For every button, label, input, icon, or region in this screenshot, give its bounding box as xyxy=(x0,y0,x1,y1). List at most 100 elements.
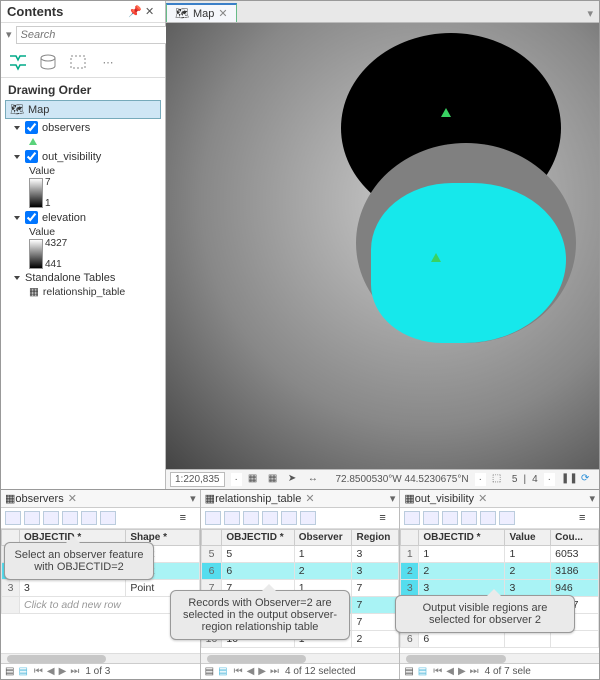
table-tool-button[interactable] xyxy=(461,511,477,525)
list-by-source-icon[interactable] xyxy=(37,51,59,73)
table-tool-button[interactable] xyxy=(100,511,116,525)
show-all-icon[interactable]: ▤ xyxy=(205,666,214,677)
column-header[interactable]: Region xyxy=(352,530,399,546)
search-input[interactable] xyxy=(16,26,169,44)
pin-icon[interactable]: 📌 xyxy=(128,5,142,19)
expand-caret-icon[interactable] xyxy=(14,155,20,159)
grid-icon[interactable]: ▦ xyxy=(248,473,262,487)
table-tool-button[interactable] xyxy=(205,511,221,525)
table-tool-button[interactable] xyxy=(281,511,297,525)
horizontal-scrollbar[interactable] xyxy=(1,653,200,663)
close-table-icon[interactable]: ✕ xyxy=(68,492,77,505)
table-tool-button[interactable] xyxy=(423,511,439,525)
pause-icon[interactable]: ❚❚ xyxy=(561,473,575,487)
expand-caret-icon[interactable] xyxy=(14,126,20,130)
refresh-icon[interactable]: ⟳ xyxy=(581,473,595,487)
last-record-icon[interactable]: ⏭ xyxy=(268,666,281,677)
layer-out-visibility[interactable]: out_visibility xyxy=(5,148,161,165)
column-header[interactable]: OBJECTID * xyxy=(222,530,294,546)
show-all-icon[interactable]: ▤ xyxy=(404,666,413,677)
compass-icon[interactable]: ➤ xyxy=(288,473,302,487)
layer-elevation-checkbox[interactable] xyxy=(25,211,38,224)
close-table-icon[interactable]: ✕ xyxy=(478,492,487,505)
map-node[interactable]: 🗺 Map xyxy=(5,100,161,119)
layer-observers[interactable]: observers xyxy=(5,119,161,136)
expand-caret-icon[interactable] xyxy=(14,216,20,220)
show-all-icon[interactable]: ▤ xyxy=(5,666,14,677)
first-record-icon[interactable]: ⏮ xyxy=(431,666,444,677)
attribute-table-observers: ▦ observers✕▾≡OBJECTID *Shape *11Point22… xyxy=(1,490,201,679)
table-tab-label[interactable]: relationship_table xyxy=(215,493,301,505)
table-tool-button[interactable] xyxy=(43,511,59,525)
observer-point-2[interactable] xyxy=(431,253,441,262)
horizontal-scrollbar[interactable] xyxy=(400,653,599,663)
scale-input[interactable]: 1:220,835 xyxy=(170,472,225,487)
first-record-icon[interactable]: ⏮ xyxy=(32,666,45,677)
table-tool-button[interactable] xyxy=(243,511,259,525)
table-row[interactable]: 5513 xyxy=(201,546,399,563)
record-count: 4 of 7 sele xyxy=(485,666,531,677)
table-tool-button[interactable] xyxy=(480,511,496,525)
table-menu-caret-icon[interactable]: ▾ xyxy=(390,492,396,505)
next-record-icon[interactable]: ▶ xyxy=(256,666,268,677)
table-tab-label[interactable]: out_visibility xyxy=(415,493,474,505)
table-tool-button[interactable] xyxy=(262,511,278,525)
table-tool-button[interactable] xyxy=(5,511,21,525)
close-table-icon[interactable]: ✕ xyxy=(305,492,314,505)
column-header[interactable]: Value xyxy=(505,530,551,546)
first-record-icon[interactable]: ⏮ xyxy=(232,666,245,677)
layer-out-visibility-checkbox[interactable] xyxy=(25,150,38,163)
prev-record-icon[interactable]: ◀ xyxy=(245,666,257,677)
next-record-icon[interactable]: ▶ xyxy=(57,666,69,677)
filter-icon[interactable]: ▾ xyxy=(6,28,12,42)
table-row[interactable]: 2223186 xyxy=(401,563,599,580)
view-menu-caret-icon[interactable]: ▾ xyxy=(581,5,599,22)
table-tool-button[interactable] xyxy=(404,511,420,525)
observer-point-1[interactable] xyxy=(441,108,451,117)
table-tool-button[interactable] xyxy=(224,511,240,525)
column-header[interactable]: Cou... xyxy=(551,530,599,546)
prev-record-icon[interactable]: ◀ xyxy=(444,666,456,677)
table-row[interactable]: 66 xyxy=(401,631,599,648)
standalone-table-item[interactable]: relationship_table xyxy=(43,286,125,298)
table-menu-caret-icon[interactable]: ▾ xyxy=(589,492,595,505)
table-menu-caret-icon[interactable]: ▾ xyxy=(190,492,196,505)
snap-icon[interactable]: ▦ xyxy=(268,473,282,487)
more-options-icon[interactable]: ⋯ xyxy=(97,51,119,73)
table-tool-button[interactable] xyxy=(442,511,458,525)
table-tab-label[interactable]: observers xyxy=(15,493,63,505)
table-tool-button[interactable] xyxy=(24,511,40,525)
prev-record-icon[interactable]: ◀ xyxy=(45,666,57,677)
map-tab[interactable]: 🗺 Map ✕ xyxy=(166,3,237,22)
show-selected-icon[interactable]: ▤ xyxy=(18,666,27,677)
last-record-icon[interactable]: ⏭ xyxy=(468,666,481,677)
table-row[interactable]: 6623 xyxy=(201,563,399,580)
table-menu-icon[interactable]: ≡ xyxy=(579,512,595,524)
selection-count-icon[interactable]: ⬚ xyxy=(492,473,506,487)
show-selected-icon[interactable]: ▤ xyxy=(418,666,427,677)
layer-elevation[interactable]: elevation xyxy=(5,209,161,226)
list-by-selection-icon[interactable] xyxy=(67,51,89,73)
last-record-icon[interactable]: ⏭ xyxy=(68,666,81,677)
list-by-drawing-icon[interactable] xyxy=(7,51,29,73)
table-menu-icon[interactable]: ≡ xyxy=(180,512,196,524)
close-map-tab-icon[interactable]: ✕ xyxy=(218,7,227,20)
table-menu-icon[interactable]: ≡ xyxy=(379,512,395,524)
constraint-icon[interactable]: ↔ xyxy=(308,473,322,487)
layer-observers-checkbox[interactable] xyxy=(25,121,38,134)
column-header[interactable]: OBJECTID * xyxy=(419,530,505,546)
table-tool-button[interactable] xyxy=(81,511,97,525)
table-tool-button[interactable] xyxy=(499,511,515,525)
next-record-icon[interactable]: ▶ xyxy=(456,666,468,677)
map-canvas[interactable] xyxy=(166,23,599,469)
table-row[interactable]: 1116053 xyxy=(401,546,599,563)
standalone-tables-heading[interactable]: Standalone Tables xyxy=(5,270,161,286)
expand-caret-icon[interactable] xyxy=(14,276,20,280)
column-header[interactable]: Observer xyxy=(294,530,352,546)
show-selected-icon[interactable]: ▤ xyxy=(218,666,227,677)
close-icon[interactable]: ✕ xyxy=(145,5,159,19)
table-tool-button[interactable] xyxy=(300,511,316,525)
callout-select-observer: Select an observer feature with OBJECTID… xyxy=(4,542,154,580)
horizontal-scrollbar[interactable] xyxy=(201,653,400,663)
table-tool-button[interactable] xyxy=(62,511,78,525)
